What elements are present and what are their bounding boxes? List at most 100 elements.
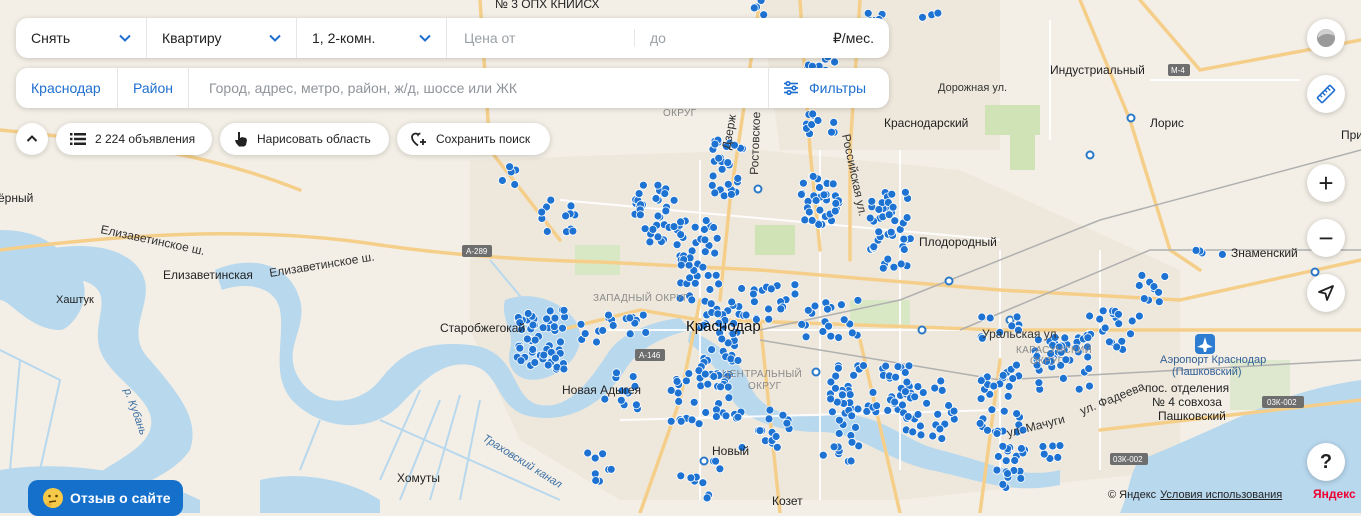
- listing-marker[interactable]: [983, 425, 992, 435]
- listing-marker[interactable]: [890, 397, 900, 407]
- listing-marker[interactable]: [638, 310, 648, 320]
- listing-marker[interactable]: [590, 453, 600, 463]
- listing-marker[interactable]: [684, 369, 694, 379]
- listing-marker[interactable]: [497, 176, 507, 185]
- listing-marker[interactable]: [701, 408, 711, 417]
- listing-marker[interactable]: [998, 441, 1008, 451]
- listing-marker[interactable]: [707, 345, 716, 355]
- listing-marker[interactable]: [874, 205, 884, 214]
- listing-marker[interactable]: [645, 237, 655, 247]
- listing-marker[interactable]: [898, 400, 907, 410]
- listing-marker[interactable]: [886, 227, 896, 237]
- listing-marker[interactable]: [672, 376, 682, 386]
- listing-marker[interactable]: [827, 127, 836, 137]
- listing-marker[interactable]: [625, 313, 635, 323]
- listing-marker[interactable]: [1016, 473, 1026, 483]
- listing-marker[interactable]: [937, 434, 947, 444]
- address-search-input[interactable]: [189, 68, 768, 108]
- listing-marker[interactable]: [551, 353, 560, 363]
- listing-marker[interactable]: [717, 164, 727, 174]
- listing-marker[interactable]: [818, 450, 828, 460]
- listing-marker[interactable]: [543, 360, 553, 370]
- listing-marker[interactable]: [687, 295, 697, 305]
- listing-marker[interactable]: [851, 422, 860, 432]
- listing-marker[interactable]: [902, 213, 912, 223]
- listing-marker[interactable]: [916, 430, 926, 440]
- listing-marker[interactable]: [998, 479, 1008, 489]
- listing-marker[interactable]: [1055, 441, 1065, 451]
- listing-marker[interactable]: [1100, 323, 1110, 333]
- listing-marker[interactable]: [666, 385, 676, 395]
- zoom-out-button[interactable]: −: [1307, 219, 1345, 257]
- listing-marker[interactable]: [889, 262, 899, 272]
- listing-marker[interactable]: [831, 198, 841, 208]
- listing-marker[interactable]: [776, 304, 786, 314]
- listing-marker[interactable]: [698, 478, 708, 488]
- listing-marker[interactable]: [676, 260, 686, 270]
- listing-marker[interactable]: [542, 227, 552, 236]
- listing-marker[interactable]: [901, 387, 910, 397]
- listing-marker[interactable]: [1012, 409, 1021, 419]
- listing-marker[interactable]: [523, 334, 532, 344]
- listing-marker[interactable]: [863, 8, 873, 18]
- listing-marker[interactable]: [711, 270, 721, 280]
- listing-marker[interactable]: [902, 377, 912, 387]
- listing-marker[interactable]: [653, 232, 663, 242]
- listing-marker[interactable]: [764, 304, 773, 314]
- listing-marker[interactable]: [1191, 245, 1201, 255]
- listing-marker[interactable]: [710, 139, 720, 149]
- filters-button[interactable]: Фильтры: [768, 68, 889, 108]
- listing-marker[interactable]: [1074, 384, 1084, 394]
- listing-marker[interactable]: [608, 321, 618, 330]
- listing-marker[interactable]: [515, 343, 525, 353]
- listing-marker[interactable]: [510, 180, 520, 189]
- listing-marker[interactable]: [790, 280, 800, 290]
- listing-marker[interactable]: [867, 196, 877, 206]
- listing-marker[interactable]: [700, 369, 710, 379]
- price-from-field[interactable]: Цена от: [447, 18, 635, 58]
- listing-marker[interactable]: [865, 213, 875, 223]
- listing-marker[interactable]: [935, 424, 945, 434]
- listing-marker[interactable]: [782, 418, 792, 428]
- zoom-in-button[interactable]: +: [1307, 164, 1345, 202]
- object-type-select[interactable]: Квартиру: [147, 18, 297, 58]
- listing-marker[interactable]: [790, 289, 800, 299]
- listing-marker[interactable]: [819, 190, 829, 200]
- listing-marker[interactable]: [598, 326, 608, 335]
- listing-marker[interactable]: [701, 216, 711, 226]
- listing-marker[interactable]: [1012, 312, 1022, 322]
- listing-marker[interactable]: [936, 376, 946, 386]
- listing-marker[interactable]: [1134, 281, 1144, 290]
- listing-marker[interactable]: [846, 456, 856, 466]
- listing-marker[interactable]: [869, 242, 879, 252]
- price-to-field[interactable]: до ₽/мес.: [635, 18, 889, 58]
- listing-marker[interactable]: [750, 297, 759, 307]
- listing-marker[interactable]: [999, 406, 1009, 416]
- listing-marker[interactable]: [764, 314, 774, 324]
- listing-marker[interactable]: [640, 224, 650, 234]
- listing-marker[interactable]: [606, 464, 616, 474]
- listing-marker[interactable]: [998, 370, 1008, 380]
- listing-marker[interactable]: [1139, 294, 1149, 304]
- listing-marker[interactable]: [719, 191, 729, 201]
- listing-marker[interactable]: [838, 390, 847, 400]
- listing-marker[interactable]: [616, 395, 626, 405]
- listing-marker[interactable]: [550, 313, 560, 323]
- listing-marker[interactable]: [878, 263, 888, 273]
- listing-marker[interactable]: [1059, 373, 1068, 383]
- listing-marker[interactable]: [994, 452, 1003, 461]
- listing-marker[interactable]: [834, 333, 843, 343]
- listing-marker[interactable]: [1085, 381, 1094, 391]
- listing-marker[interactable]: [813, 116, 823, 125]
- listing-marker[interactable]: [913, 410, 923, 419]
- listing-marker[interactable]: [807, 215, 817, 225]
- listing-marker[interactable]: [1017, 444, 1026, 453]
- listing-marker[interactable]: [1127, 316, 1137, 326]
- help-button[interactable]: ?: [1307, 443, 1345, 481]
- listing-marker[interactable]: [700, 247, 710, 257]
- listing-marker[interactable]: [1160, 272, 1170, 281]
- listing-marker[interactable]: [712, 412, 721, 422]
- listing-marker[interactable]: [598, 449, 607, 459]
- listing-marker[interactable]: [829, 118, 839, 127]
- listing-marker[interactable]: [1114, 319, 1124, 329]
